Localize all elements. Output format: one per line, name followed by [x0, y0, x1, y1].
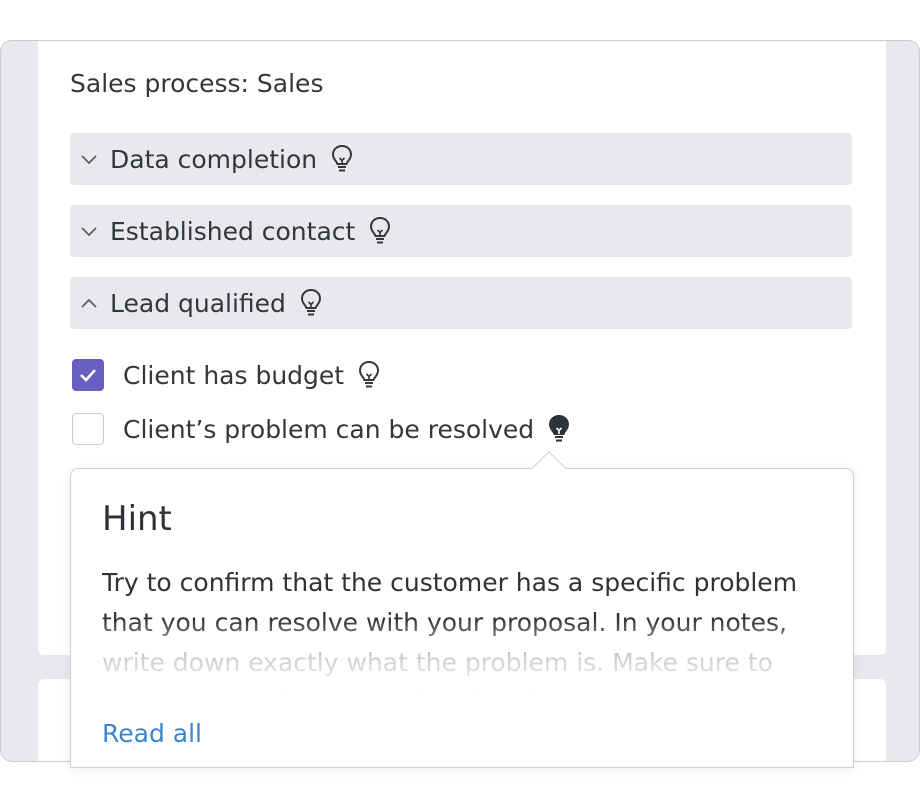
read-all-link[interactable]: Read all	[102, 719, 202, 748]
chevron-down-icon	[78, 148, 100, 170]
chevron-up-icon	[78, 292, 100, 314]
hint-popover: Hint Try to confirm that the customer ha…	[70, 451, 854, 768]
section-label: Established contact	[110, 216, 356, 246]
checklist-item-client-has-budget: Client has budget	[72, 358, 382, 392]
section-label: Data completion	[110, 144, 318, 174]
section-established-contact[interactable]: Established contact	[70, 205, 852, 257]
hint-title: Hint	[102, 499, 172, 539]
lightbulb-outline-icon[interactable]	[367, 216, 393, 246]
checklist-item-problem-resolved: Client’s problem can be resolved	[72, 412, 572, 446]
checkbox-problem-resolved[interactable]	[72, 413, 104, 445]
section-lead-qualified[interactable]: Lead qualified	[70, 277, 852, 329]
hint-text: Try to confirm that the customer has a s…	[102, 568, 798, 693]
checkbox-client-has-budget[interactable]	[72, 359, 104, 391]
process-title: Sales process: Sales	[70, 69, 324, 98]
lightbulb-outline-icon[interactable]	[329, 144, 355, 174]
chevron-down-icon	[78, 220, 100, 242]
checklist-item-label: Client has budget	[123, 360, 345, 390]
section-data-completion[interactable]: Data completion	[70, 133, 852, 185]
lightbulb-filled-icon[interactable]	[546, 414, 572, 444]
lightbulb-outline-icon[interactable]	[356, 360, 382, 390]
checkmark-icon	[80, 369, 96, 382]
lightbulb-outline-icon[interactable]	[298, 288, 324, 318]
checklist-item-label: Client’s problem can be resolved	[123, 414, 535, 444]
section-label: Lead qualified	[110, 288, 286, 318]
